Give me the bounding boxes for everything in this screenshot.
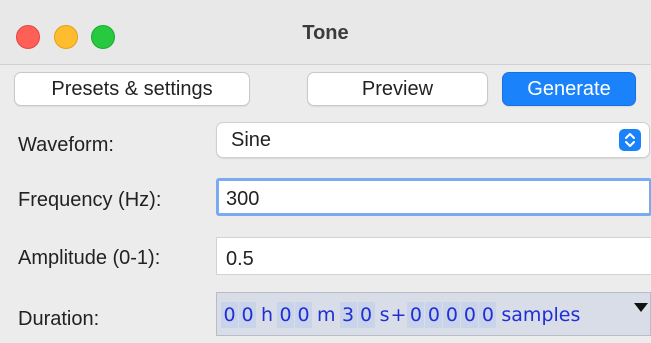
presets-settings-button[interactable]: Presets & settings [14,72,250,106]
preview-button[interactable]: Preview [307,72,488,106]
duration-label: Duration: [18,308,100,330]
minutes-digit[interactable]: 0 [277,302,295,328]
duration-fields: 0 0 h 0 0 m 3 0 s + 0 0 0 0 0 samples [221,301,584,329]
minutes-unit: m [317,304,336,326]
minutes-digit[interactable]: 0 [295,302,313,328]
amplitude-label: Amplitude (0-1): [18,247,161,269]
samples-digit[interactable]: 0 [407,302,425,328]
samples-digit[interactable]: 0 [461,302,479,328]
frequency-label: Frequency (Hz): [18,189,162,211]
waveform-label: Waveform: [18,134,114,156]
hours-digit[interactable]: 0 [221,302,238,328]
frequency-input[interactable]: 300 [216,178,651,216]
samples-digit[interactable]: 0 [479,302,497,328]
triangle-down-icon[interactable] [634,303,648,312]
generate-button[interactable]: Generate [502,72,636,106]
window-title: Tone [302,22,349,44]
samples-digit[interactable]: 0 [443,302,461,328]
samples-digit[interactable]: 0 [425,302,443,328]
waveform-value: Sine [231,129,272,151]
hours-digit[interactable]: 0 [239,302,256,328]
duration-time-control[interactable]: 0 0 h 0 0 m 3 0 s + 0 0 0 0 0 samples [216,292,651,336]
seconds-unit: s [379,304,390,326]
tone-dialog: Tone Presets & settings Preview Generate… [0,0,651,343]
seconds-digit[interactable]: 3 [339,302,357,328]
waveform-select[interactable]: Sine [216,122,650,158]
title-bar[interactable]: Tone [0,0,651,65]
chevron-updown-icon [619,129,641,151]
samples-unit: samples [501,304,581,326]
hours-unit: h [261,304,274,326]
seconds-digit[interactable]: 0 [357,302,375,328]
plus-sign: + [390,304,407,326]
amplitude-input[interactable]: 0.5 [216,237,651,275]
